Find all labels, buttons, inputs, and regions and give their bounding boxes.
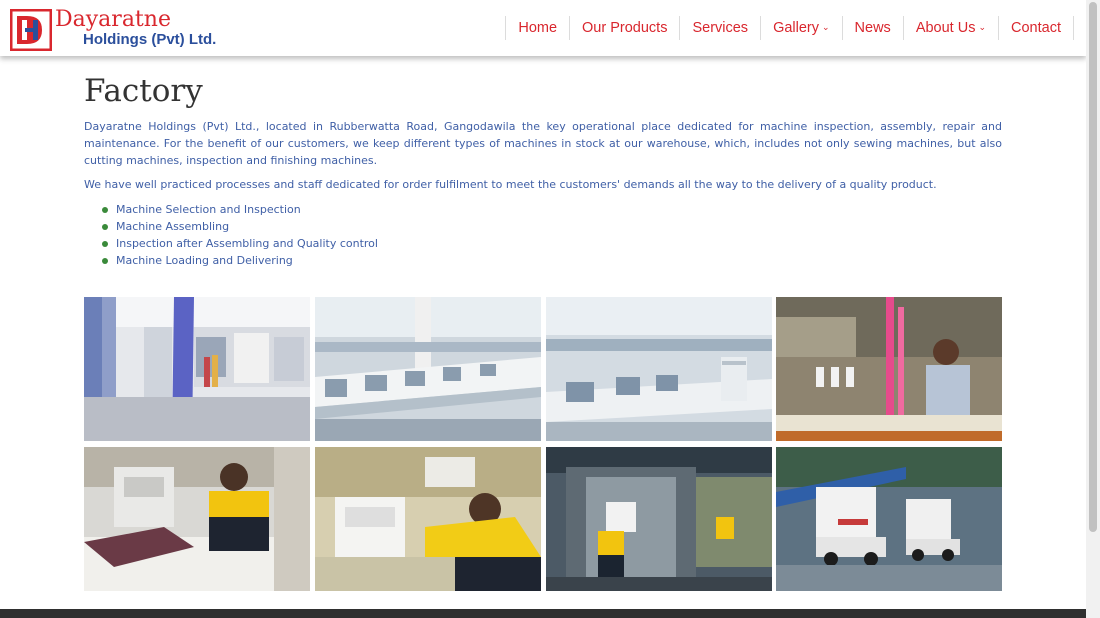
page-footer — [0, 609, 1086, 618]
main-content: Factory Dayaratne Holdings (Pvt) Ltd., l… — [84, 70, 1002, 269]
nav-services[interactable]: Services — [679, 16, 760, 40]
nav-news[interactable]: News — [841, 16, 903, 40]
worker-repair-photo[interactable] — [315, 447, 541, 591]
page-scrollbar[interactable] — [1086, 0, 1100, 618]
fulfilment-paragraph: We have well practiced processes and sta… — [84, 178, 937, 191]
page-title: Factory — [84, 73, 203, 109]
bullet-icon — [102, 258, 108, 264]
sewing-machine-hall-photo[interactable] — [315, 297, 541, 441]
site-header: Dayaratne Holdings (Pvt) Ltd. Home Our P… — [0, 0, 1086, 56]
nav-home[interactable]: Home — [505, 16, 569, 40]
nav-label: About Us — [915, 20, 976, 36]
scrollbar-thumb[interactable] — [1089, 2, 1097, 532]
list-item: Inspection after Assembling and Quality … — [102, 235, 1002, 252]
worker-thread-inspection-photo[interactable] — [776, 297, 1002, 441]
nav-our-products[interactable]: Our Products — [569, 16, 679, 40]
list-item-text: Inspection after Assembling and Quality … — [116, 237, 378, 250]
nav-label: Contact — [1011, 20, 1061, 36]
list-item-text: Machine Loading and Delivering — [116, 254, 293, 267]
list-item: Machine Loading and Delivering — [102, 252, 1002, 269]
chevron-down-icon: ⌄ — [978, 21, 987, 32]
nav-label: Gallery — [773, 20, 819, 36]
delivery-trucks-photo[interactable] — [776, 447, 1002, 591]
process-list: Machine Selection and Inspection Machine… — [84, 201, 1002, 269]
bullet-icon — [102, 207, 108, 213]
bullet-icon — [102, 224, 108, 230]
worker-machine-testing-photo[interactable] — [84, 447, 310, 591]
bullet-icon — [102, 241, 108, 247]
nav-contact[interactable]: Contact — [998, 16, 1074, 40]
nav-gallery[interactable]: Gallery ⌄ — [760, 16, 841, 40]
factory-gallery — [84, 297, 1002, 591]
intro-paragraph: Dayaratne Holdings (Pvt) Ltd., located i… — [84, 120, 1002, 167]
dh-logo-icon — [10, 9, 52, 51]
office-reception-photo[interactable] — [84, 297, 310, 441]
chevron-down-icon: ⌄ — [822, 21, 830, 32]
main-nav: Home Our Products Services Gallery ⌄ News… — [505, 16, 1074, 40]
company-logo[interactable]: Dayaratne Holdings (Pvt) Ltd. — [10, 6, 240, 52]
nav-label: News — [854, 20, 891, 36]
list-item-text: Machine Selection and Inspection — [116, 203, 301, 216]
nav-label: Our Products — [582, 20, 668, 36]
list-item: Machine Selection and Inspection — [102, 201, 1002, 218]
nav-about-us[interactable]: About Us ⌄ — [902, 16, 998, 40]
truck-loading-photo[interactable] — [546, 447, 772, 591]
list-item: Machine Assembling — [102, 218, 1002, 235]
nav-label: Home — [518, 20, 558, 36]
machine-warehouse-photo[interactable] — [546, 297, 772, 441]
list-item-text: Machine Assembling — [116, 220, 230, 233]
nav-label: Services — [692, 20, 749, 36]
logo-subtitle: Holdings (Pvt) Ltd. — [83, 31, 217, 48]
logo-name: Dayaratne — [55, 7, 171, 32]
